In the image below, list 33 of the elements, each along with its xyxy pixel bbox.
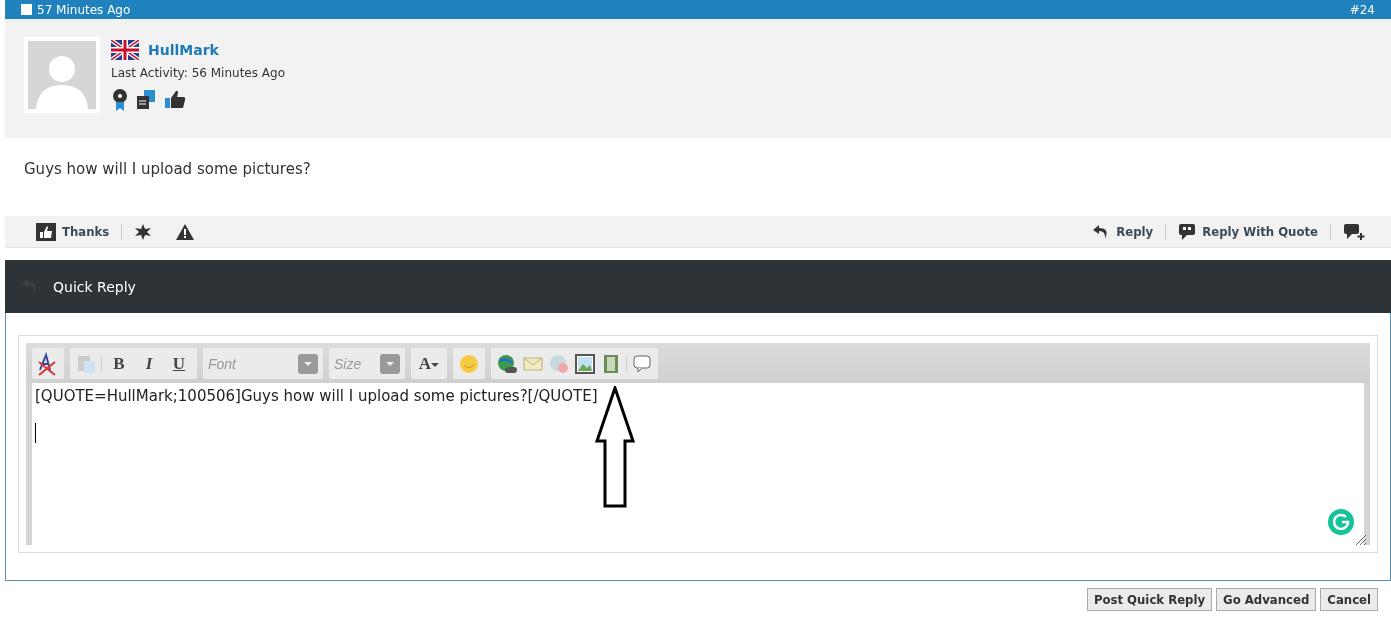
globe-icon (548, 352, 570, 375)
last-activity: Last Activity: 56 Minutes Ago (111, 66, 285, 80)
thumbs-up-icon (163, 88, 187, 110)
quick-reply-title: Quick Reply (53, 278, 136, 295)
resize-handle-icon[interactable] (1355, 534, 1367, 546)
award-icon (111, 88, 129, 112)
globe-link-icon (496, 352, 518, 375)
caret-icon (380, 353, 400, 374)
image-icon (574, 352, 596, 375)
documents-icon (135, 88, 157, 110)
smiley-icon (458, 352, 480, 375)
go-advanced-button[interactable]: Go Advanced (1216, 588, 1317, 611)
post-quick-reply-button[interactable]: Post Quick Reply (1086, 588, 1213, 611)
speech-bubble-icon (631, 352, 653, 375)
cancel-button[interactable]: Cancel (1320, 588, 1378, 611)
caret-icon (431, 362, 440, 369)
reply-with-quote-link[interactable]: Reply With Quote (1166, 222, 1330, 241)
bold-button[interactable]: B (106, 353, 132, 374)
underline-button[interactable]: U (166, 353, 192, 374)
post-number: #24 (1349, 2, 1375, 17)
message-field[interactable]: [QUOTE=HullMark;100506]Guys how will I upload some pictures?[/QUOTE] (32, 383, 1364, 545)
quote-bubble-icon (1178, 222, 1197, 241)
thumbs-up-icon (36, 222, 56, 241)
caret-icon (298, 353, 318, 374)
flag-icon (111, 40, 139, 60)
thanks-link[interactable]: Thanks (24, 222, 122, 241)
grammar-check-icon[interactable] (1328, 509, 1354, 535)
reply-link[interactable]: Reply (1080, 223, 1166, 240)
post-text: Guys how will I upload some pictures? (23, 159, 312, 180)
username[interactable]: HullMark (148, 42, 219, 58)
post-time: 57 Minutes Ago (37, 2, 131, 17)
checkbox[interactable] (21, 4, 32, 15)
italic-button[interactable]: I (136, 353, 162, 374)
